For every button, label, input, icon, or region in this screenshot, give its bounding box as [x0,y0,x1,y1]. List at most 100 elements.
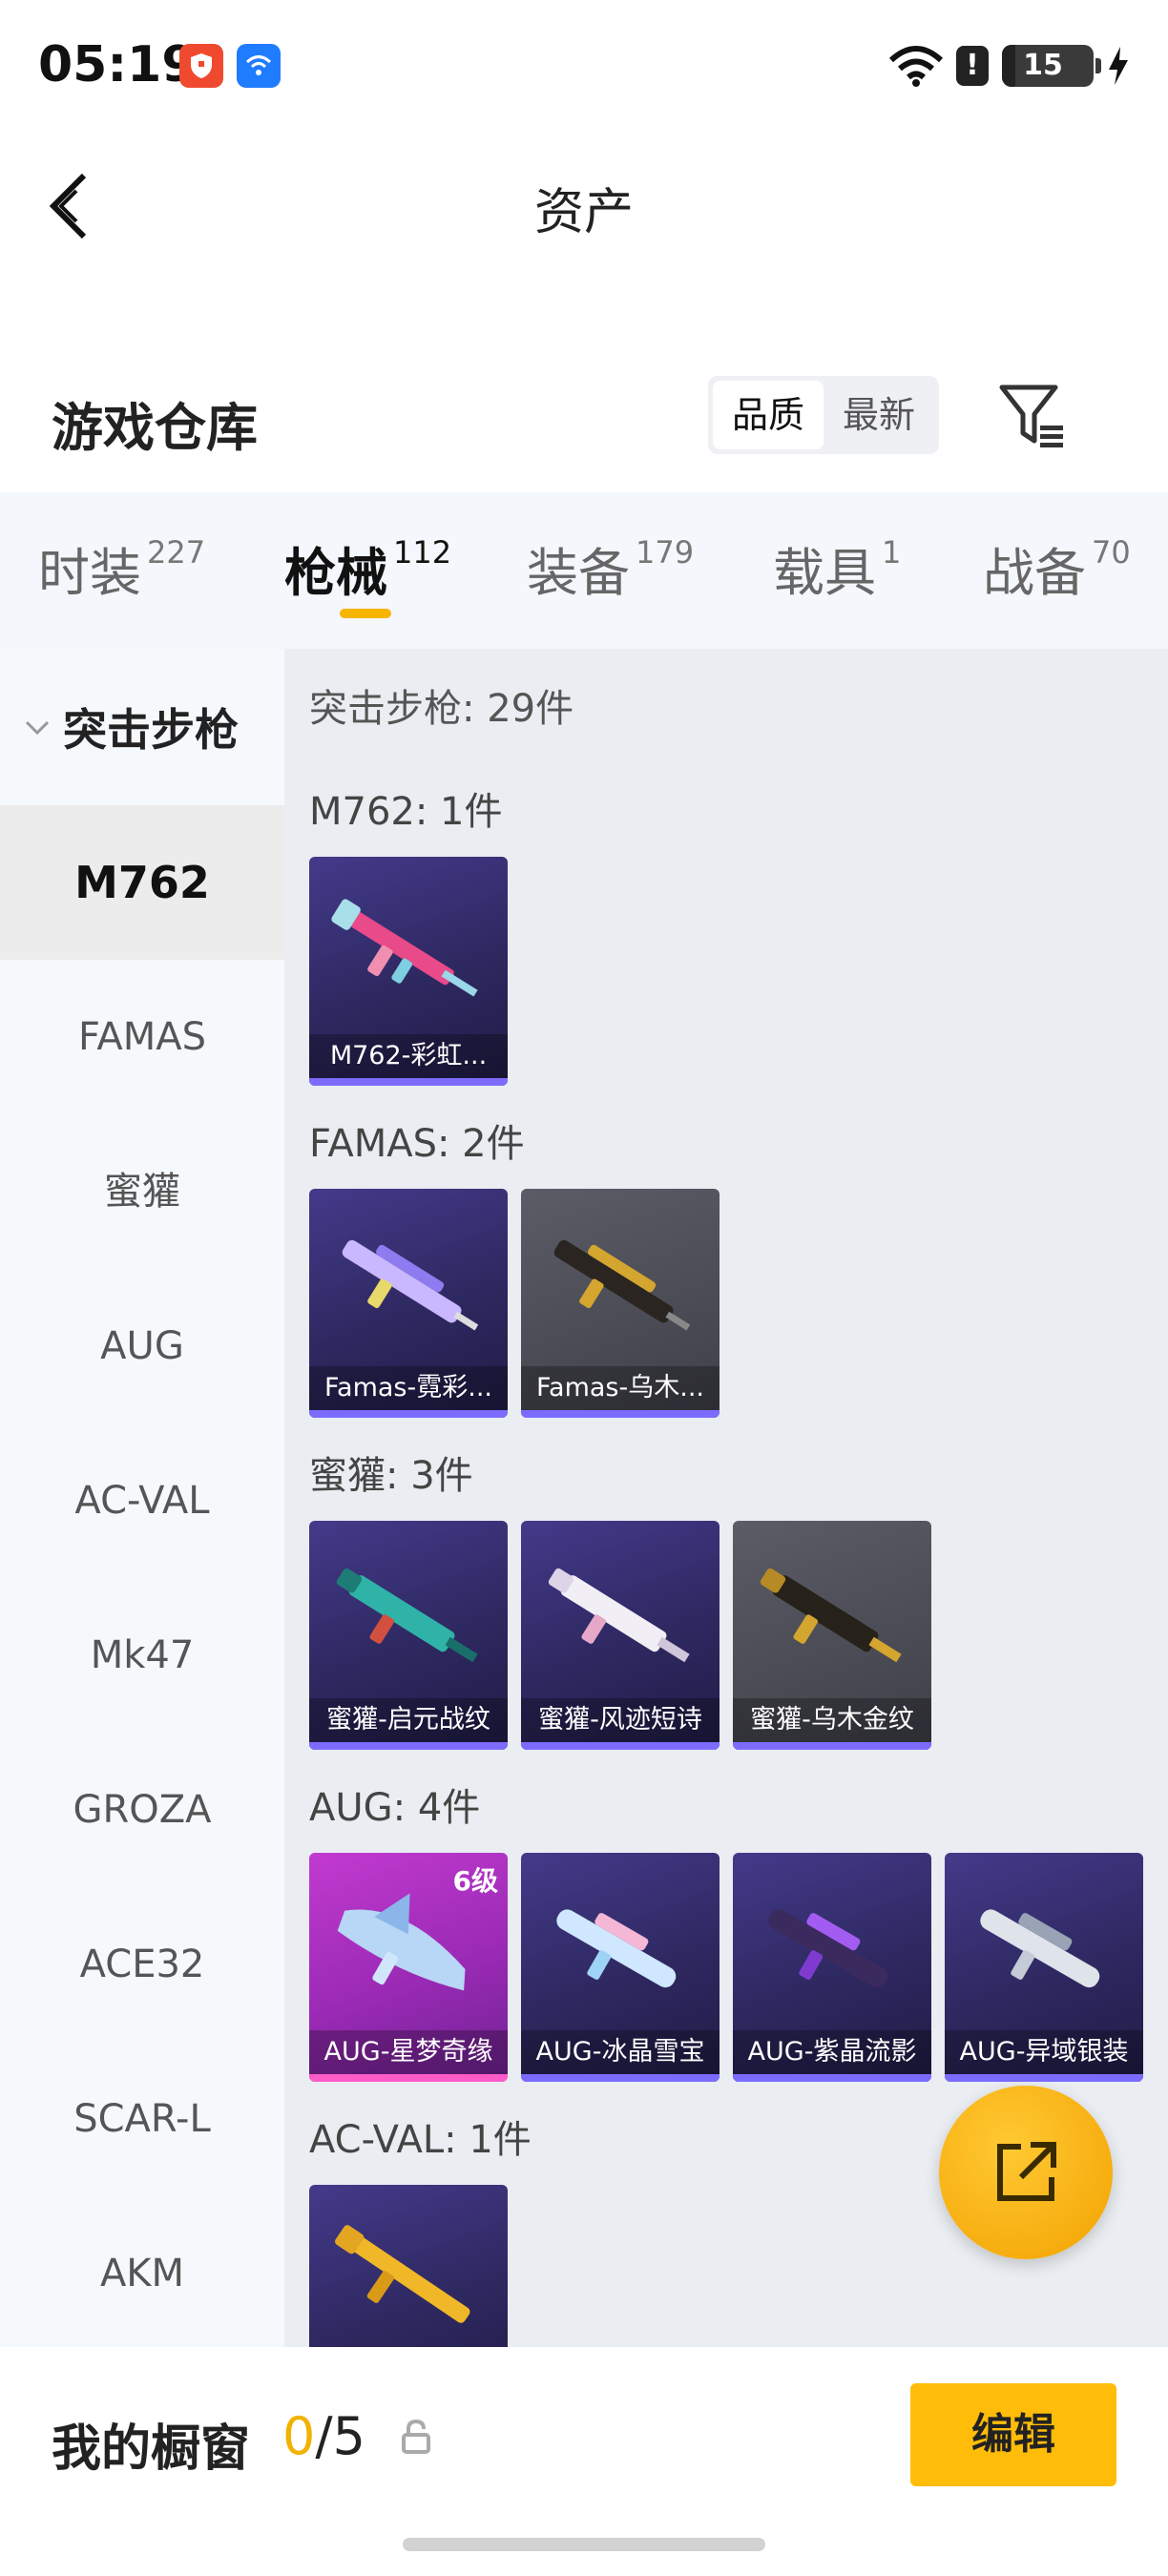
shield-app-icon [179,44,223,88]
rifle-icon [335,2225,470,2323]
wifi-signal-icon [889,46,943,87]
sort-newest-option[interactable]: 最新 [824,381,934,449]
weapon-card[interactable]: 6级 AUG-星梦奇缘 [309,1853,508,2082]
card-name: Famas-霓彩... [309,1366,508,1410]
showcase-max: 5 [332,2406,365,2466]
rifle-icon [336,1568,478,1663]
sidebar-item-aug[interactable]: AUG [0,1269,284,1423]
rifle-icon [342,1239,479,1331]
card-name: AUG-冰晶雪宝 [521,2030,720,2074]
tab-count: 1 [882,534,902,571]
tab-firearms[interactable]: 枪械 112 [284,530,451,606]
battery-icon: 15 [1002,45,1101,87]
rarity-bar [733,2074,931,2082]
warehouse-title: 游戏仓库 [52,398,258,458]
status-time: 05:19 [38,36,197,93]
rifle-icon [556,1909,677,1988]
rarity-bar [521,2074,720,2082]
showcase-label: 我的橱窗 [52,2420,251,2478]
filter-button[interactable] [998,382,1067,450]
rifle-icon [768,1909,888,1988]
sidebar-item-scar-l[interactable]: SCAR-L [0,2042,284,2196]
status-bar: 05:19 ! 15 [0,0,1168,134]
sidebar-item-honey-badger[interactable]: 蜜獾 [0,1114,284,1269]
tab-label: 时装 [38,543,141,603]
weapon-card[interactable]: M762-彩虹... [309,857,508,1086]
edit-button[interactable]: 编辑 [910,2383,1116,2486]
sort-toggle: 品质 最新 [708,376,939,454]
showcase-current: 0 [282,2406,316,2466]
group-title: FAMAS: 2件 [309,1122,525,1166]
rifle-icon [980,1909,1100,1988]
share-external-icon [997,2142,1056,2201]
group-title: 蜜獾: 3件 [309,1454,473,1498]
tab-equipment[interactable]: 装备 179 [527,530,694,606]
showcase-separator: / [315,2406,333,2466]
weapon-card[interactable]: 蜜獾-风迹短诗 [521,1521,720,1750]
weapon-card[interactable]: AUG-冰晶雪宝 [521,1853,720,2082]
rarity-bar [733,1742,931,1750]
rarity-bar [309,2074,508,2082]
tab-label: 载具 [773,543,876,603]
tab-vehicles[interactable]: 载具 1 [773,530,901,606]
rarity-bar [521,1410,720,1418]
filter-icon [999,384,1063,447]
card-name: M762-彩虹... [309,1034,508,1078]
tab-tactical[interactable]: 战备 70 [983,530,1131,606]
tab-active-indicator [340,609,391,618]
showcase-bar: 我的橱窗 0/5 编辑 [0,2347,1168,2576]
charging-bolt-icon [1109,47,1128,85]
weapon-card[interactable]: 蜜獾-乌木金纹 [733,1521,931,1750]
weapon-card[interactable]: AUG-紫晶流影 [733,1853,931,2082]
rifle-icon [331,899,478,997]
rarity-bar [309,1410,508,1418]
tab-count: 70 [1092,534,1131,571]
tab-label: 装备 [527,543,630,603]
sidebar-item-mk47[interactable]: Mk47 [0,1578,284,1733]
tab-label: 枪械 [284,543,387,603]
sidebar-item-groza[interactable]: GROZA [0,1733,284,1887]
battery-level: 15 [1023,49,1063,82]
sidebar-item-ac-val[interactable]: AC-VAL [0,1423,284,1578]
home-indicator[interactable] [403,2538,765,2551]
page-title: 资产 [533,184,634,241]
showcase-count: 0/5 [282,2406,365,2466]
tab-count: 227 [147,534,206,571]
tab-count: 179 [636,534,695,571]
card-name: AUG-异域银装 [945,2030,1143,2074]
rifle-icon [760,1568,902,1663]
tab-fashion[interactable]: 时装 227 [38,530,205,606]
sidebar-group-title: 突击步枪 [63,704,239,756]
alert-icon: ! [956,46,989,86]
sidebar-item-ace32[interactable]: ACE32 [0,1887,284,2042]
tab-label: 战备 [983,543,1086,603]
sidebar-item-m762[interactable]: M762 [0,805,284,960]
card-name: AUG-紫晶流影 [733,2030,931,2074]
rarity-bar [521,1742,720,1750]
rifle-icon [548,1568,690,1663]
card-name: Famas-乌木... [521,1366,720,1410]
wifi-app-icon [237,44,281,88]
sidebar-item-famas[interactable]: FAMAS [0,960,284,1114]
sort-quality-option[interactable]: 品质 [713,381,824,449]
card-name: 蜜獾-乌木金纹 [733,1698,931,1742]
card-name: 蜜獾-风迹短诗 [521,1698,720,1742]
status-indicators: ! 15 [889,44,1130,88]
card-name: 蜜獾-启元战纹 [309,1698,508,1742]
share-button[interactable] [939,2086,1113,2259]
rifle-icon [553,1239,691,1331]
weapon-card[interactable]: Famas-乌木... [521,1189,720,1418]
card-name: AUG-星梦奇缘 [309,2030,508,2074]
group-title: AUG: 4件 [309,1786,481,1830]
weapon-card[interactable]: Famas-霓彩... [309,1189,508,1418]
weapon-card[interactable] [309,2185,508,2347]
weapon-card[interactable]: AUG-异域银装 [945,1853,1143,2082]
sidebar-item-akm[interactable]: AKM [0,2196,284,2351]
tab-count: 112 [393,534,452,571]
category-tabs: 时装 227 枪械 112 装备 179 载具 1 战备 70 [0,492,1168,649]
group-title: AC-VAL: 1件 [309,2118,532,2162]
weapon-card[interactable]: 蜜獾-启元战纹 [309,1521,508,1750]
rifle-icon [337,1893,466,1991]
group-title: M762: 1件 [309,790,503,834]
sidebar-group-header[interactable]: 突击步枪 [0,649,284,805]
